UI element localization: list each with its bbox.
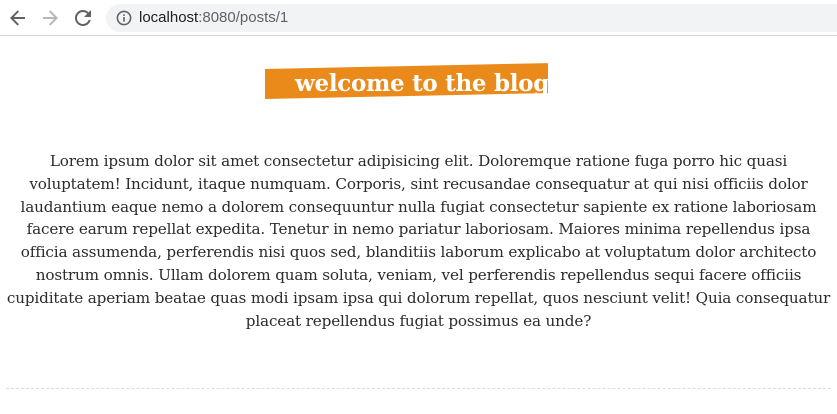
back-button[interactable] [6,6,30,30]
arrow-left-icon [10,10,25,26]
address-bar[interactable]: localhost:8080/posts/1 [106,4,837,32]
browser-toolbar: localhost:8080/posts/1 [0,0,837,36]
forward-button[interactable] [38,6,62,30]
reload-button[interactable] [71,6,95,30]
url-host: localhost [139,9,199,26]
divider [6,388,831,389]
info-circle-icon[interactable] [116,10,132,26]
post-body: Lorem ipsum dolor sit amet consectetur a… [6,152,831,330]
arrow-right-icon [43,10,58,26]
reload-icon [75,10,91,26]
url-path: :8080/posts/1 [198,9,289,26]
url-text[interactable]: localhost:8080/posts/1 [139,9,288,27]
title-banner: welcome to the blog [265,63,549,99]
page-title: welcome to the blog [295,70,549,97]
page-content: welcome to the blog Lorem ipsum dolor si… [0,36,837,414]
